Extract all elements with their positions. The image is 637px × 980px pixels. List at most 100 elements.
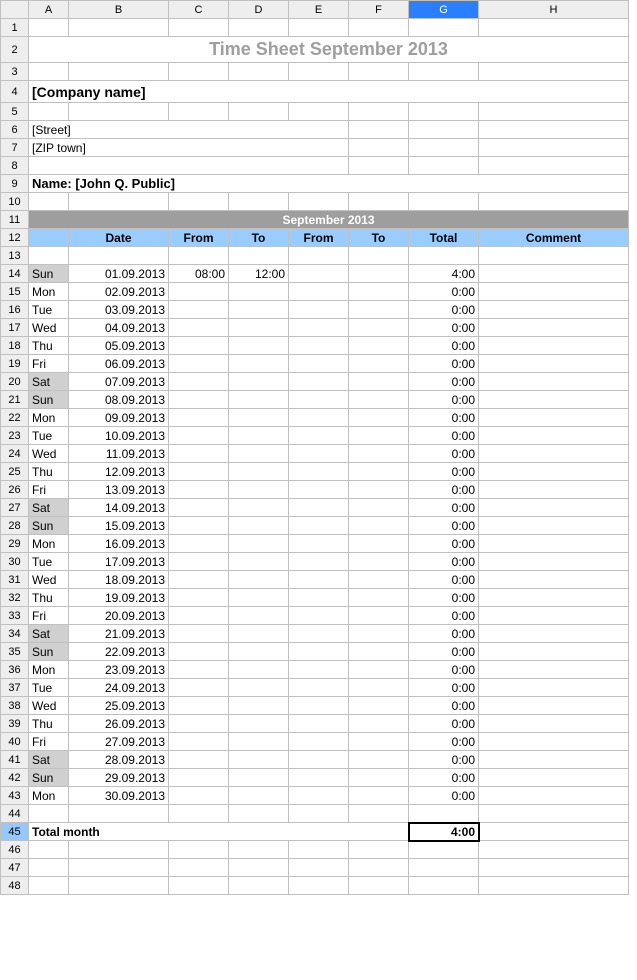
cell[interactable]: [29, 157, 349, 175]
from2-cell[interactable]: [289, 409, 349, 427]
day-cell[interactable]: Fri: [29, 481, 69, 499]
day-cell[interactable]: Thu: [29, 715, 69, 733]
comment-cell[interactable]: [479, 499, 629, 517]
cell[interactable]: [229, 877, 289, 895]
comment-cell[interactable]: [479, 409, 629, 427]
row-header-31[interactable]: 31: [1, 571, 29, 589]
cell[interactable]: [29, 877, 69, 895]
to2-cell[interactable]: [349, 301, 409, 319]
cell[interactable]: [229, 193, 289, 211]
to2-cell[interactable]: [349, 391, 409, 409]
title-cell[interactable]: Time Sheet September 2013: [29, 37, 629, 63]
to2-cell[interactable]: [349, 661, 409, 679]
from2-cell[interactable]: [289, 319, 349, 337]
total-cell[interactable]: 0:00: [409, 751, 479, 769]
from1-cell[interactable]: [169, 607, 229, 625]
to1-cell[interactable]: [229, 337, 289, 355]
from1-cell[interactable]: [169, 697, 229, 715]
date-cell[interactable]: 19.09.2013: [69, 589, 169, 607]
row-header-10[interactable]: 10: [1, 193, 29, 211]
col-header-F[interactable]: F: [349, 1, 409, 19]
to1-cell[interactable]: [229, 571, 289, 589]
total-cell[interactable]: 0:00: [409, 679, 479, 697]
to2-cell[interactable]: [349, 319, 409, 337]
row-header-37[interactable]: 37: [1, 679, 29, 697]
total-cell[interactable]: 0:00: [409, 769, 479, 787]
to2-cell[interactable]: [349, 643, 409, 661]
date-cell[interactable]: 05.09.2013: [69, 337, 169, 355]
cell[interactable]: [169, 859, 229, 877]
day-cell[interactable]: Sun: [29, 517, 69, 535]
from2-cell[interactable]: [289, 337, 349, 355]
comment-cell[interactable]: [479, 571, 629, 589]
from2-cell[interactable]: [289, 391, 349, 409]
from2-cell[interactable]: [289, 535, 349, 553]
date-cell[interactable]: 12.09.2013: [69, 463, 169, 481]
to2-cell[interactable]: [349, 373, 409, 391]
row-header-3[interactable]: 3: [1, 63, 29, 81]
col-header-D[interactable]: D: [229, 1, 289, 19]
day-cell[interactable]: Sun: [29, 265, 69, 283]
col-header-C[interactable]: C: [169, 1, 229, 19]
to2-cell[interactable]: [349, 571, 409, 589]
comment-cell[interactable]: [479, 445, 629, 463]
total-cell[interactable]: 0:00: [409, 319, 479, 337]
cell[interactable]: [479, 157, 629, 175]
comment-cell[interactable]: [479, 769, 629, 787]
cell[interactable]: [349, 193, 409, 211]
from1-cell[interactable]: [169, 661, 229, 679]
to1-cell[interactable]: 12:00: [229, 265, 289, 283]
total-cell[interactable]: 0:00: [409, 391, 479, 409]
from2-cell[interactable]: [289, 445, 349, 463]
from2-cell[interactable]: [289, 427, 349, 445]
cell[interactable]: [349, 139, 409, 157]
colhdr-from2[interactable]: From: [289, 229, 349, 247]
cell[interactable]: [409, 859, 479, 877]
total-cell[interactable]: 0:00: [409, 427, 479, 445]
to1-cell[interactable]: [229, 787, 289, 805]
cell[interactable]: [349, 859, 409, 877]
cell[interactable]: [69, 19, 169, 37]
date-cell[interactable]: 23.09.2013: [69, 661, 169, 679]
street-cell[interactable]: [Street]: [29, 121, 349, 139]
row-header-6[interactable]: 6: [1, 121, 29, 139]
cell[interactable]: [479, 121, 629, 139]
comment-cell[interactable]: [479, 589, 629, 607]
total-cell[interactable]: 0:00: [409, 661, 479, 679]
date-cell[interactable]: 07.09.2013: [69, 373, 169, 391]
to2-cell[interactable]: [349, 589, 409, 607]
comment-cell[interactable]: [479, 481, 629, 499]
col-header-H[interactable]: H: [479, 1, 629, 19]
to2-cell[interactable]: [349, 337, 409, 355]
to1-cell[interactable]: [229, 283, 289, 301]
cell[interactable]: [229, 841, 289, 859]
from2-cell[interactable]: [289, 679, 349, 697]
row-header-40[interactable]: 40: [1, 733, 29, 751]
from1-cell[interactable]: [169, 643, 229, 661]
from2-cell[interactable]: [289, 787, 349, 805]
to1-cell[interactable]: [229, 427, 289, 445]
from2-cell[interactable]: [289, 733, 349, 751]
cell[interactable]: [289, 103, 349, 121]
from1-cell[interactable]: [169, 355, 229, 373]
date-cell[interactable]: 26.09.2013: [69, 715, 169, 733]
day-cell[interactable]: Fri: [29, 607, 69, 625]
to1-cell[interactable]: [229, 679, 289, 697]
cell[interactable]: [479, 823, 629, 841]
zip-cell[interactable]: [ZIP town]: [29, 139, 349, 157]
day-cell[interactable]: Wed: [29, 445, 69, 463]
total-cell[interactable]: 0:00: [409, 481, 479, 499]
to2-cell[interactable]: [349, 607, 409, 625]
cell[interactable]: [409, 19, 479, 37]
colhdr-comment[interactable]: Comment: [479, 229, 629, 247]
total-cell[interactable]: 0:00: [409, 607, 479, 625]
row-header-42[interactable]: 42: [1, 769, 29, 787]
month-header-cell[interactable]: September 2013: [29, 211, 629, 229]
cell[interactable]: [229, 63, 289, 81]
row-header-12[interactable]: 12: [1, 229, 29, 247]
date-cell[interactable]: 30.09.2013: [69, 787, 169, 805]
comment-cell[interactable]: [479, 355, 629, 373]
colhdr-total[interactable]: Total: [409, 229, 479, 247]
cell[interactable]: [169, 19, 229, 37]
to2-cell[interactable]: [349, 265, 409, 283]
